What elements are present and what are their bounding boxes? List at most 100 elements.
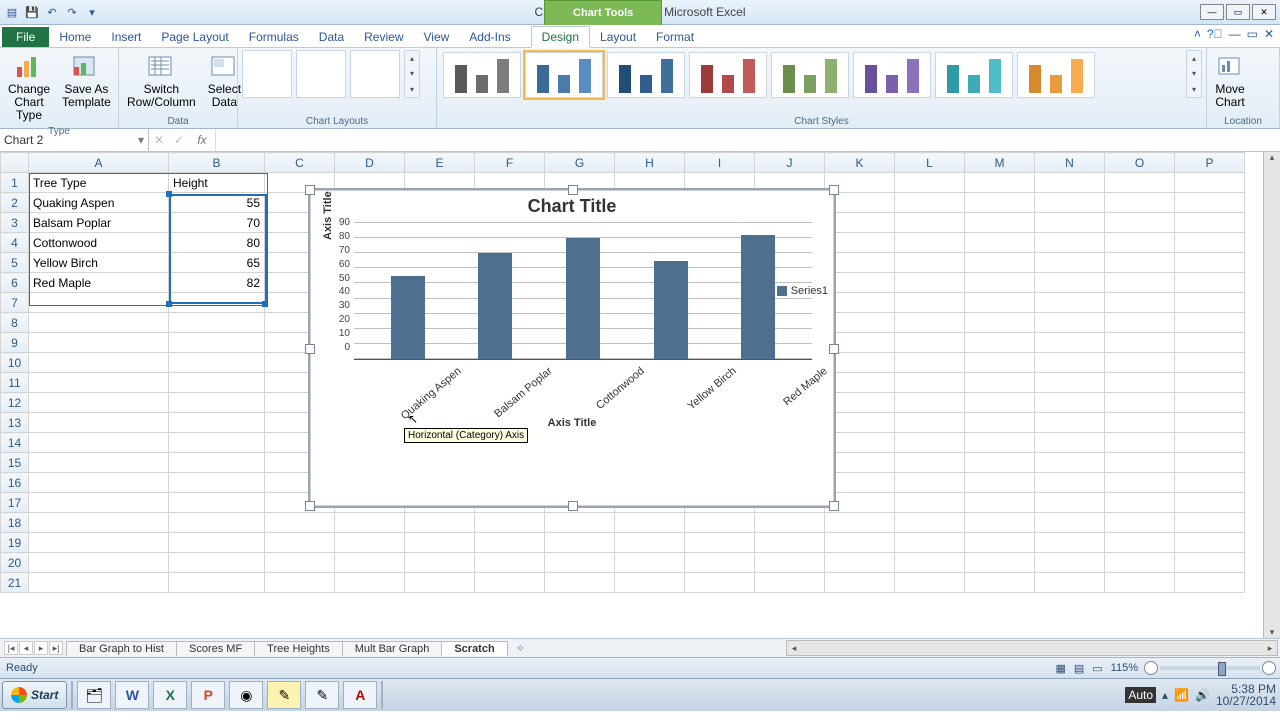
cell[interactable] (169, 353, 265, 373)
cell[interactable] (29, 393, 169, 413)
cell[interactable] (1175, 573, 1245, 593)
name-box[interactable]: Chart 2▾ (0, 129, 149, 151)
sheet-tab[interactable]: Tree Heights (254, 641, 343, 656)
cell[interactable] (895, 453, 965, 473)
tab-view[interactable]: View (414, 27, 460, 47)
tab-insert[interactable]: Insert (101, 27, 151, 47)
save-icon[interactable]: 💾 (24, 4, 40, 20)
cell[interactable] (1035, 273, 1105, 293)
cell[interactable] (29, 413, 169, 433)
cell[interactable] (29, 573, 169, 593)
tab-format[interactable]: Format (646, 27, 704, 47)
cell[interactable] (265, 533, 335, 553)
cell[interactable] (1035, 173, 1105, 193)
col-header-J[interactable]: J (755, 153, 825, 173)
cell[interactable] (1035, 393, 1105, 413)
row-header-12[interactable]: 12 (1, 393, 29, 413)
cell[interactable] (965, 473, 1035, 493)
cell[interactable] (1175, 293, 1245, 313)
cell[interactable] (895, 413, 965, 433)
cell[interactable] (895, 533, 965, 553)
chart-style-1[interactable] (443, 52, 521, 98)
chart-style-5[interactable] (771, 52, 849, 98)
cell[interactable] (169, 553, 265, 573)
start-button[interactable]: Start (2, 681, 67, 709)
col-header-O[interactable]: O (1105, 153, 1175, 173)
row-header-5[interactable]: 5 (1, 253, 29, 273)
cell[interactable] (965, 513, 1035, 533)
tab-review[interactable]: Review (354, 27, 413, 47)
row-header-8[interactable]: 8 (1, 313, 29, 333)
cell[interactable] (29, 373, 169, 393)
tab-layout[interactable]: Layout (590, 27, 646, 47)
row-header-7[interactable]: 7 (1, 293, 29, 313)
tab-home[interactable]: Home (49, 27, 101, 47)
chart-style-7[interactable] (935, 52, 1013, 98)
cell[interactable] (335, 513, 405, 533)
chart-bars[interactable] (354, 223, 812, 359)
cell[interactable] (965, 233, 1035, 253)
tray-arrow-icon[interactable]: ▴ (1162, 688, 1168, 702)
sheet-tab[interactable]: Mult Bar Graph (342, 641, 443, 656)
cell[interactable] (615, 513, 685, 533)
cell[interactable] (405, 513, 475, 533)
cell[interactable] (1105, 233, 1175, 253)
row-header-13[interactable]: 13 (1, 413, 29, 433)
cell[interactable] (1035, 433, 1105, 453)
tray-network-icon[interactable]: 📶 (1174, 688, 1189, 702)
selection-handle[interactable] (166, 301, 172, 307)
tab-formulas[interactable]: Formulas (239, 27, 309, 47)
x-axis-category-labels[interactable]: Quaking AspenBalsam PoplarCottonwoodYell… (354, 361, 812, 415)
cell[interactable] (1035, 213, 1105, 233)
restore-button[interactable]: ▭ (1226, 4, 1250, 20)
cell[interactable] (755, 573, 825, 593)
cell[interactable] (29, 553, 169, 573)
cell[interactable] (685, 573, 755, 593)
cell[interactable] (895, 433, 965, 453)
cell[interactable]: Red Maple (29, 273, 169, 293)
cell[interactable] (1175, 493, 1245, 513)
row-header-15[interactable]: 15 (1, 453, 29, 473)
cell[interactable] (169, 333, 265, 353)
cell[interactable] (895, 333, 965, 353)
col-header-D[interactable]: D (335, 153, 405, 173)
sheet-tab[interactable]: Scores MF (176, 641, 255, 656)
chart-style-2[interactable] (525, 52, 603, 98)
chart-resize-handle[interactable] (568, 185, 578, 195)
row-header-10[interactable]: 10 (1, 353, 29, 373)
worksheet-grid[interactable]: ABCDEFGHIJKLMNOP1Tree TypeHeight2Quaking… (0, 152, 1280, 638)
minimize-button[interactable]: — (1200, 4, 1224, 20)
category-label[interactable]: Balsam Poplar (493, 365, 556, 420)
cell[interactable]: Balsam Poplar (29, 213, 169, 233)
embedded-chart[interactable]: Chart Title Axis Title 90807060504030201… (308, 188, 836, 508)
cell[interactable] (169, 513, 265, 533)
col-header-K[interactable]: K (825, 153, 895, 173)
switch-row-column-button[interactable]: Switch Row/Column (123, 50, 200, 111)
cell[interactable] (895, 313, 965, 333)
cell[interactable] (965, 173, 1035, 193)
bar-1[interactable] (478, 253, 512, 359)
cell[interactable] (1175, 393, 1245, 413)
chart-plot-area[interactable]: 9080706050403020100 (354, 223, 812, 359)
cell[interactable] (685, 533, 755, 553)
notepad-icon[interactable]: ✎ (305, 681, 339, 709)
cell[interactable] (895, 553, 965, 573)
chart-layout-1[interactable] (242, 50, 292, 98)
cell[interactable] (895, 513, 965, 533)
col-header-C[interactable]: C (265, 153, 335, 173)
cell[interactable] (965, 333, 1035, 353)
qat-more-icon[interactable]: ▾ (84, 4, 100, 20)
cell[interactable] (965, 533, 1035, 553)
cell[interactable] (29, 533, 169, 553)
cell[interactable] (895, 293, 965, 313)
chart-resize-handle[interactable] (305, 185, 315, 195)
cell[interactable] (169, 493, 265, 513)
zoom-level[interactable]: 115% (1111, 662, 1138, 674)
cell[interactable] (29, 353, 169, 373)
cell[interactable] (545, 533, 615, 553)
cell[interactable] (965, 433, 1035, 453)
cell[interactable] (475, 553, 545, 573)
view-page-layout-icon[interactable]: ▤ (1074, 662, 1084, 675)
cell[interactable] (1175, 353, 1245, 373)
chart-style-3[interactable] (607, 52, 685, 98)
